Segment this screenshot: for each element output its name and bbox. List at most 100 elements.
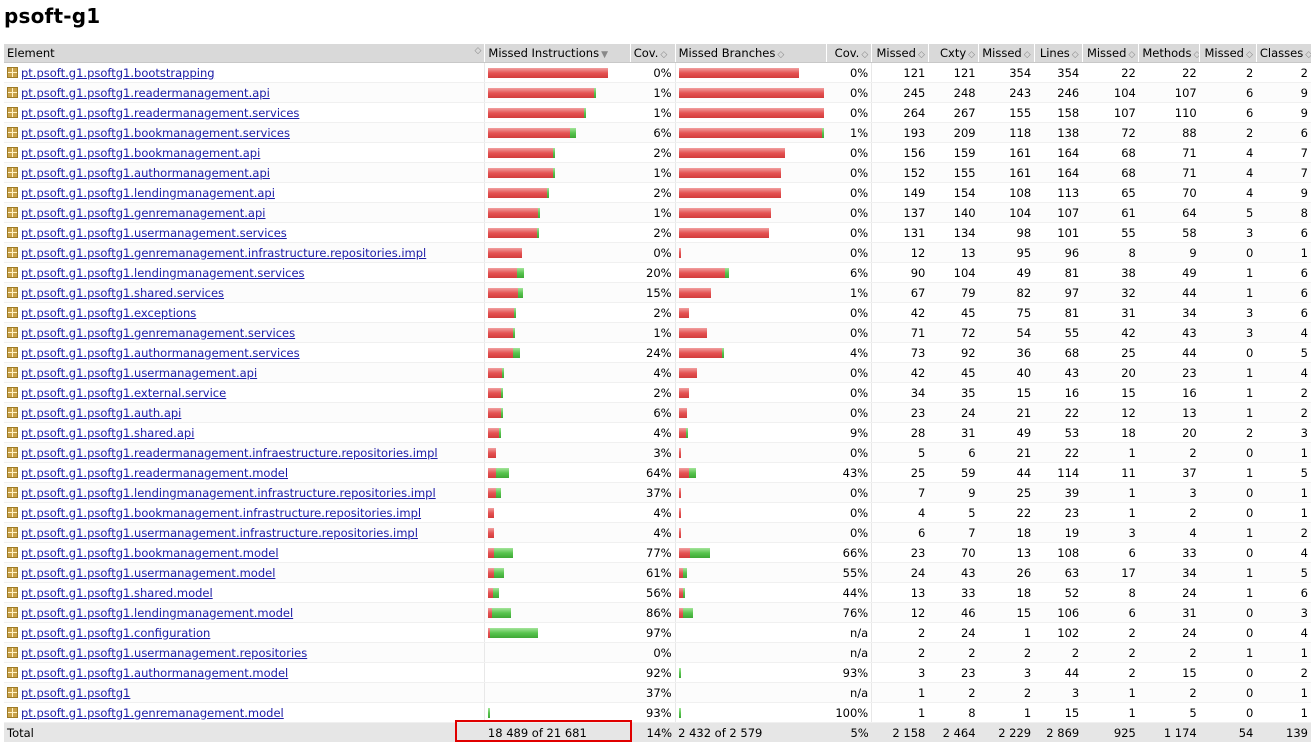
table-row: pt.psoft.g1.psoftg1.lendingmanagement.se… — [4, 262, 1311, 283]
package-link[interactable]: pt.psoft.g1.psoftg1.shared.services — [21, 286, 224, 300]
package-link[interactable]: pt.psoft.g1.psoftg1.lendingmanagement.mo… — [21, 606, 293, 620]
element-cell: pt.psoft.g1.psoftg1.lendingmanagement.ap… — [4, 182, 485, 203]
header-methods[interactable]: Methods ◇ — [1138, 44, 1200, 63]
package-link[interactable]: pt.psoft.g1.psoftg1.readermanagement.inf… — [21, 446, 438, 460]
branches-bar-cell — [674, 702, 827, 723]
package-link[interactable]: pt.psoft.g1.psoftg1.auth.api — [21, 406, 181, 420]
lines: 164 — [1034, 162, 1083, 183]
package-link[interactable]: pt.psoft.g1.psoftg1.lendingmanagement.in… — [21, 486, 436, 500]
package-link[interactable]: pt.psoft.g1.psoftg1.lendingmanagement.se… — [21, 266, 305, 280]
package-link[interactable]: pt.psoft.g1.psoftg1 — [21, 686, 130, 700]
instruction-coverage: 92% — [630, 662, 676, 683]
covered-bar — [688, 467, 696, 478]
instruction-coverage: 6% — [630, 122, 676, 143]
package-link[interactable]: pt.psoft.g1.psoftg1.usermanagement.model — [21, 566, 275, 580]
package-link[interactable]: pt.psoft.g1.psoftg1.shared.api — [21, 426, 194, 440]
missed-classes: 0 — [1199, 682, 1257, 703]
missed-classes: 1 — [1199, 462, 1257, 483]
header-missed-complexity[interactable]: Missed ◇ — [871, 44, 929, 63]
package-link[interactable]: pt.psoft.g1.psoftg1.authormanagement.ser… — [21, 346, 300, 360]
package-link[interactable]: pt.psoft.g1.psoftg1.genremanagement.infr… — [21, 246, 426, 260]
package-link[interactable]: pt.psoft.g1.psoftg1.bookmanagement.model — [21, 546, 279, 560]
header-missed-classes[interactable]: Missed ◇ — [1199, 44, 1257, 63]
missed-lines: 2 — [978, 682, 1035, 703]
branches-bar — [678, 407, 824, 418]
package-link[interactable]: pt.psoft.g1.psoftg1.shared.model — [21, 586, 213, 600]
sort-icon: ◇ — [968, 50, 976, 60]
package-link[interactable]: pt.psoft.g1.psoftg1.readermanagement.api — [21, 86, 270, 100]
instructions-bar-cell — [484, 342, 631, 363]
header-lines[interactable]: Lines ◇ — [1033, 44, 1083, 63]
package-link[interactable]: pt.psoft.g1.psoftg1.genremanagement.api — [21, 206, 265, 220]
methods: 23 — [1138, 362, 1200, 383]
missed-methods: 20 — [1082, 362, 1139, 383]
header-classes[interactable]: Classes◇ — [1255, 44, 1311, 63]
package-link[interactable]: pt.psoft.g1.psoftg1.usermanagement.infra… — [21, 526, 418, 540]
package-link[interactable]: pt.psoft.g1.psoftg1.configuration — [21, 626, 210, 640]
package-link[interactable]: pt.psoft.g1.psoftg1.exceptions — [21, 306, 196, 320]
package-link[interactable]: pt.psoft.g1.psoftg1.bookmanagement.servi… — [21, 126, 290, 140]
header-instruction-coverage[interactable]: Cov. ◇ — [629, 44, 676, 63]
instructions-bar-cell — [484, 542, 631, 563]
missed-bar — [488, 387, 502, 398]
instructions-bar-cell — [484, 422, 631, 443]
package-link[interactable]: pt.psoft.g1.psoftg1.usermanagement.repos… — [21, 646, 307, 660]
covered-bar — [724, 267, 729, 278]
branch-coverage: 1% — [826, 282, 873, 303]
lines: 138 — [1034, 122, 1083, 143]
methods: 16 — [1138, 382, 1200, 403]
header-missed-instructions[interactable]: Missed Instructions ▼ — [484, 44, 631, 63]
instructions-bar — [488, 447, 627, 458]
header-missed-branches[interactable]: Missed Branches ◇ — [674, 44, 827, 63]
package-link[interactable]: pt.psoft.g1.psoftg1.authormanagement.api — [21, 166, 270, 180]
table-row: pt.psoft.g1.psoftg1.shared.model 56% 44% 13… — [4, 582, 1311, 603]
methods: 2 — [1138, 642, 1200, 663]
element-cell: pt.psoft.g1.psoftg1.readermanagement.ser… — [4, 102, 485, 123]
package-link[interactable]: pt.psoft.g1.psoftg1.authormanagement.mod… — [21, 666, 288, 680]
package-link[interactable]: pt.psoft.g1.psoftg1.usermanagement.api — [21, 366, 257, 380]
complexity: 248 — [928, 82, 979, 103]
instructions-bar — [488, 267, 627, 278]
package-link[interactable]: pt.psoft.g1.psoftg1.readermanagement.ser… — [21, 106, 299, 120]
classes: 1 — [1256, 242, 1311, 263]
branches-bar-cell — [674, 642, 827, 663]
package-link[interactable]: pt.psoft.g1.psoftg1.readermanagement.mod… — [21, 466, 288, 480]
complexity: 31 — [928, 422, 979, 443]
missed-complexity: 152 — [871, 162, 929, 183]
missed-bar — [678, 427, 686, 438]
table-row: pt.psoft.g1.psoftg1.lendingmanagement.ap… — [4, 182, 1311, 203]
branch-coverage: 0% — [826, 242, 873, 263]
missed-complexity: 12 — [871, 602, 929, 623]
instructions-bar — [488, 627, 627, 638]
missed-complexity: 67 — [871, 282, 929, 303]
package-icon — [7, 666, 18, 678]
package-link[interactable]: pt.psoft.g1.psoftg1.bootstrapping — [21, 66, 215, 80]
missed-methods: 12 — [1082, 402, 1139, 423]
instructions-bar-cell — [484, 102, 631, 123]
package-link[interactable]: pt.psoft.g1.psoftg1.external.service — [21, 386, 226, 400]
complexity: 6 — [928, 442, 979, 463]
package-link[interactable]: pt.psoft.g1.psoftg1.bookmanagement.infra… — [21, 506, 421, 520]
package-icon — [7, 186, 18, 198]
lines: 158 — [1034, 102, 1083, 123]
header-element[interactable]: Element ◇ — [4, 44, 485, 63]
branches-bar-cell — [674, 682, 827, 703]
package-link[interactable]: pt.psoft.g1.psoftg1.lendingmanagement.ap… — [21, 186, 275, 200]
missed-complexity: 12 — [871, 242, 929, 263]
table-row: pt.psoft.g1.psoftg1.authormanagement.mod… — [4, 662, 1311, 683]
package-link[interactable]: pt.psoft.g1.psoftg1.usermanagement.servi… — [21, 226, 287, 240]
table-row: pt.psoft.g1.psoftg1.usermanagement.api 4%… — [4, 362, 1311, 383]
complexity: 5 — [928, 502, 979, 523]
header-branch-coverage[interactable]: Cov. ◇ — [826, 44, 872, 63]
header-missed-lines[interactable]: Missed ◇ — [978, 44, 1035, 63]
header-missed-methods[interactable]: Missed ◇ — [1081, 44, 1139, 63]
package-link[interactable]: pt.psoft.g1.psoftg1.bookmanagement.api — [21, 146, 260, 160]
lines: 114 — [1034, 462, 1083, 483]
instructions-bar-cell — [484, 582, 631, 603]
package-link[interactable]: pt.psoft.g1.psoftg1.genremanagement.serv… — [21, 326, 295, 340]
package-link[interactable]: pt.psoft.g1.psoftg1.genremanagement.mode… — [21, 706, 284, 720]
element-cell: pt.psoft.g1.psoftg1.readermanagement.mod… — [4, 462, 485, 483]
element-cell: pt.psoft.g1.psoftg1.authormanagement.mod… — [4, 662, 485, 683]
header-complexity[interactable]: Cxty ◇ — [927, 44, 979, 63]
branch-coverage: 0% — [826, 442, 873, 463]
